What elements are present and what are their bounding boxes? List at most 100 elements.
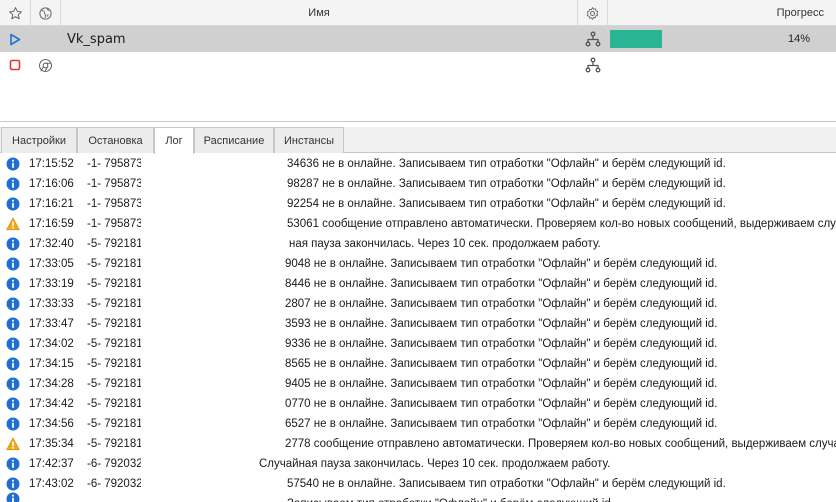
favorite-column-header[interactable] [0,0,31,26]
redacted-area [141,214,287,234]
info-icon [6,197,20,211]
log-entry[interactable]: 17:16:59 -1- 795873 53061 сообщение отправ… [0,214,836,234]
log-message: 3593 не в онлайне. Записываем тип отрабо… [285,318,718,330]
log-entry[interactable]: 17:34:02 -5- 792181 9336 не в онлайне. Зап… [0,334,836,354]
tab-settings[interactable]: Настройки [1,127,77,153]
browser-indicator [38,52,53,78]
redacted-area [141,334,285,354]
log-entry[interactable]: 17:35:34 -5- 792181 2778 сообщение отправл… [0,434,836,454]
redacted-area [141,414,285,434]
info-icon [6,257,20,271]
log-entry[interactable]: 17:16:06 -1- 795873 98287 не в онлайне. За… [0,174,836,194]
log-message-prefix: -5- 792181 [87,418,143,430]
log-entry[interactable]: 17:34:15 -5- 792181 8565 не в онлайне. Зап… [0,354,836,374]
info-icon [6,397,20,411]
log-message: 9336 не в онлайне. Записываем тип отрабо… [285,338,718,350]
info-icon [6,237,20,251]
redacted-area [141,174,287,194]
log-message: 0770 не в онлайне. Записываем тип отрабо… [285,398,718,410]
redacted-area [141,194,287,214]
log-message: 9405 не в онлайне. Записываем тип отрабо… [285,378,718,390]
branch-icon [585,31,601,47]
progress-column-header[interactable]: Прогресс [608,0,836,26]
start-button[interactable] [9,26,21,52]
log-entry[interactable]: 17:16:21 -1- 795873 92254 не в онлайне. За… [0,194,836,214]
log-entry[interactable]: 17:33:33 -5- 792181 2807 не в онлайне. Зап… [0,294,836,314]
log-message-prefix: -5- 792181 [87,398,143,410]
log-message-prefix: -5- 792181 [87,238,143,250]
log-message-prefix: -5- 792181 [87,298,143,310]
log-message-prefix: -5- 792181 [87,258,143,270]
log-time: 17:34:56 [29,418,74,430]
log-time: 17:15:52 [29,158,74,170]
log-entry[interactable]: 17:34:42 -5- 792181 0770 не в онлайне. Зап… [0,394,836,414]
log-message-prefix: -5- 792181 [87,358,143,370]
log-message: 8565 не в онлайне. Записываем тип отрабо… [285,358,718,370]
log-entry[interactable]: 17:33:47 -5- 792181 3593 не в онлайне. Зап… [0,314,836,334]
log-entry[interactable]: Записываем тип отработки "Офлайн" и берё… [0,492,836,502]
info-icon [6,357,20,371]
threads-button[interactable] [585,26,601,52]
tab-schedule[interactable]: Расписание [194,127,274,153]
log-message-prefix: -5- 792181 [87,338,143,350]
threads-button[interactable] [585,52,601,78]
star-icon [8,6,22,19]
settings-column-header[interactable] [578,0,608,26]
globe-icon [39,6,52,20]
redacted-area [141,374,285,394]
log-message: 2778 сообщение отправлено автоматически.… [285,438,836,450]
redacted-area [141,494,287,502]
log-entry[interactable]: 17:32:40 -5- 792181 ная пауза закончилась.… [0,234,836,254]
warning-icon [6,217,20,231]
log-message: 98287 не в онлайне. Записываем тип отраб… [287,178,726,190]
log-time: 17:35:34 [29,438,74,450]
tab-instances[interactable]: Инстансы [274,127,344,153]
log-entry[interactable]: 17:34:56 -5- 792181 6527 не в онлайне. Зап… [0,414,836,434]
info-icon [6,277,20,291]
stop-icon [9,59,21,71]
log-message-prefix: -6- 792032 [87,478,143,490]
redacted-area [141,294,285,314]
log-time: 17:16:59 [29,218,74,230]
log-time: 17:32:40 [29,238,74,250]
log-message: 9048 не в онлайне. Записываем тип отрабо… [285,258,718,270]
task-row[interactable]: Vk_spam 14% [0,26,836,52]
log-message-prefix: -1- 795873 [87,198,143,210]
info-icon [6,492,20,502]
log-entry[interactable]: 17:33:19 -5- 792181 8446 не в онлайне. Зап… [0,274,836,294]
log-message-prefix: -1- 795873 [87,218,143,230]
info-icon [6,377,20,391]
log-entry[interactable]: 17:15:52 -1- 795873 34636 не в онлайне. За… [0,154,836,174]
play-icon [10,33,21,45]
stop-button[interactable] [9,52,21,78]
grid-header: Имя Прогресс [0,0,836,26]
log-time: 17:33:33 [29,298,74,310]
tab-stop[interactable]: Остановка [77,127,154,153]
browser-column-header[interactable] [31,0,61,26]
task-row[interactable] [0,52,836,78]
log-list[interactable]: 17:15:52 -1- 795873 34636 не в онлайне. За… [0,154,836,502]
log-entry[interactable]: 17:43:02 -6- 792032 57540 не в онлайне. За… [0,474,836,494]
log-message: 34636 не в онлайне. Записываем тип отраб… [287,158,726,170]
progress-fill [610,30,662,48]
redacted-area [141,314,285,334]
log-message: 53061 сообщение отправлено автоматически… [287,218,836,230]
task-name: Vk_spam [67,31,126,47]
log-message: Записываем тип отработки "Офлайн" и берё… [287,494,614,502]
tab-log[interactable]: Лог [154,127,194,154]
log-entry[interactable]: 17:42:37 -6- 792032 Случайная пауза законч… [0,454,836,474]
log-message-prefix: -6- 792032 [87,458,143,470]
name-column-header[interactable]: Имя [61,0,578,26]
redacted-area [141,394,285,414]
log-entry[interactable]: 17:34:28 -5- 792181 9405 не в онлайне. Зап… [0,374,836,394]
log-time: 17:42:37 [29,458,74,470]
log-time: 17:34:28 [29,378,74,390]
log-time: 17:43:02 [29,478,74,490]
redacted-area [141,254,285,274]
log-message: 2807 не в онлайне. Записываем тип отрабо… [285,298,718,310]
log-time: 17:34:02 [29,338,74,350]
redacted-area [141,434,285,454]
log-entry[interactable]: 17:33:05 -5- 792181 9048 не в онлайне. Зап… [0,254,836,274]
log-time: 17:16:06 [29,178,74,190]
branch-icon [585,57,601,73]
